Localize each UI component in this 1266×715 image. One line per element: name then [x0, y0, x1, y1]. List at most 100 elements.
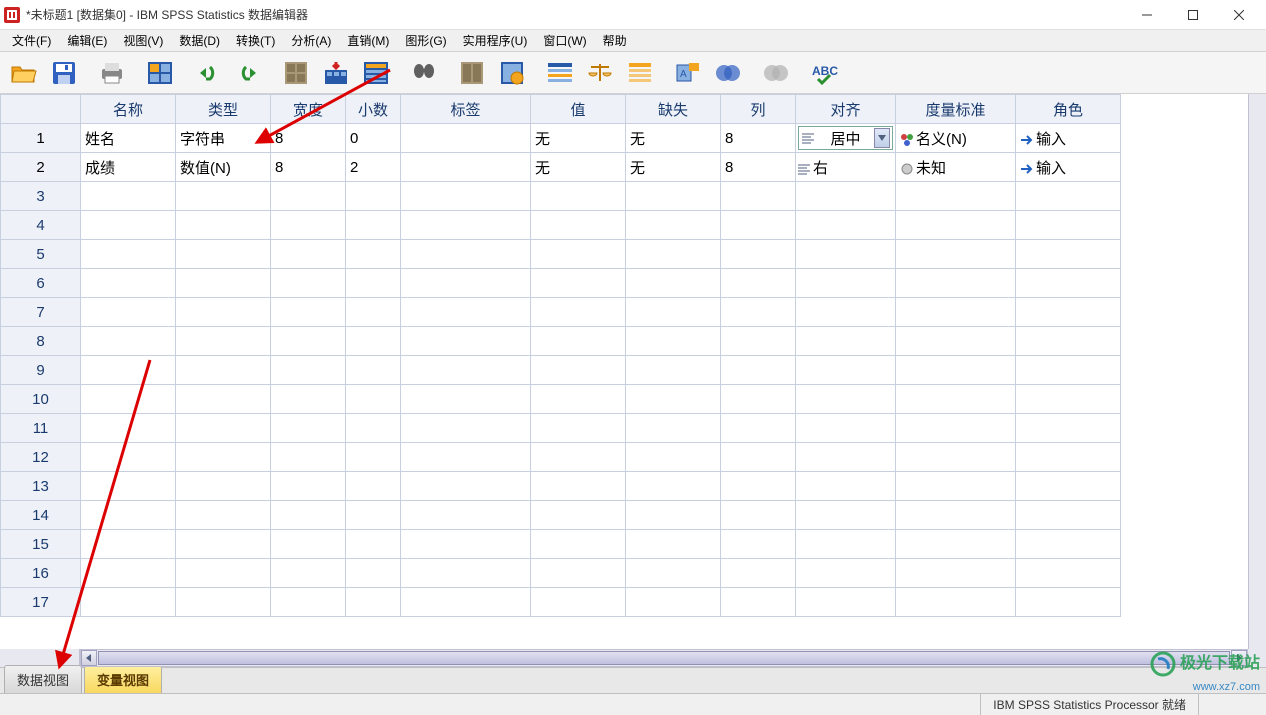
goto-var-icon[interactable] — [318, 55, 354, 91]
row-header[interactable]: 9 — [1, 356, 81, 385]
table-row[interactable]: 10 — [1, 385, 1121, 414]
cell-label[interactable] — [401, 124, 531, 153]
cell-align[interactable]: 右 — [796, 153, 896, 182]
table-row[interactable]: 5 — [1, 240, 1121, 269]
menu-utilities[interactable]: 实用程序(U) — [455, 30, 536, 51]
row-header[interactable]: 13 — [1, 472, 81, 501]
row-header[interactable]: 10 — [1, 385, 81, 414]
row-header[interactable]: 16 — [1, 559, 81, 588]
cell-width[interactable]: 8 — [271, 153, 346, 182]
cell-width[interactable]: 8 — [271, 124, 346, 153]
cell-label[interactable] — [401, 153, 531, 182]
row-header[interactable]: 2 — [1, 153, 81, 182]
row-header[interactable]: 15 — [1, 530, 81, 559]
value-labels-icon[interactable] — [622, 55, 658, 91]
cell-name[interactable]: 成绩 — [81, 153, 176, 182]
spellcheck-icon[interactable]: ABC — [806, 55, 842, 91]
data-icon[interactable] — [142, 55, 178, 91]
menu-help[interactable]: 帮助 — [595, 30, 635, 51]
cell-values[interactable]: 无 — [531, 153, 626, 182]
row-header[interactable]: 7 — [1, 298, 81, 327]
variable-grid[interactable]: 名称 类型 宽度 小数 标签 值 缺失 列 对齐 度量标准 角色 1姓名字符串8… — [0, 94, 1121, 617]
col-label[interactable]: 标签 — [401, 95, 531, 124]
open-icon[interactable] — [6, 55, 42, 91]
split-icon[interactable] — [454, 55, 490, 91]
close-button[interactable] — [1216, 0, 1262, 30]
col-decimals[interactable]: 小数 — [346, 95, 401, 124]
sets-overlap-icon[interactable] — [710, 55, 746, 91]
col-cols[interactable]: 列 — [721, 95, 796, 124]
col-name[interactable]: 名称 — [81, 95, 176, 124]
table-row[interactable]: 11 — [1, 414, 1121, 443]
row-header[interactable]: 6 — [1, 269, 81, 298]
weight-icon[interactable] — [494, 55, 530, 91]
tab-variable-view[interactable]: 变量视图 — [84, 665, 162, 693]
col-measure[interactable]: 度量标准 — [896, 95, 1016, 124]
table-row[interactable]: 8 — [1, 327, 1121, 356]
cell-role[interactable]: 输入 — [1016, 124, 1121, 153]
minimize-button[interactable] — [1124, 0, 1170, 30]
sets-gray-icon[interactable] — [758, 55, 794, 91]
row-header[interactable]: 8 — [1, 327, 81, 356]
table-row[interactable]: 15 — [1, 530, 1121, 559]
col-type[interactable]: 类型 — [176, 95, 271, 124]
cell-measure[interactable]: 名义(N) — [896, 124, 1016, 153]
align-dropdown[interactable]: 居中 — [798, 126, 893, 150]
row-header[interactable]: 12 — [1, 443, 81, 472]
use-sets-icon[interactable]: A — [670, 55, 706, 91]
table-row[interactable]: 16 — [1, 559, 1121, 588]
cell-cols[interactable]: 8 — [721, 124, 796, 153]
menu-edit[interactable]: 编辑(E) — [59, 30, 115, 51]
save-icon[interactable] — [46, 55, 82, 91]
row-header[interactable]: 17 — [1, 588, 81, 617]
row-header[interactable]: 1 — [1, 124, 81, 153]
row-header[interactable]: 4 — [1, 211, 81, 240]
row-header[interactable]: 11 — [1, 414, 81, 443]
menu-data[interactable]: 数据(D) — [171, 30, 228, 51]
table-row[interactable]: 12 — [1, 443, 1121, 472]
print-icon[interactable] — [94, 55, 130, 91]
menu-graphs[interactable]: 图形(G) — [397, 30, 454, 51]
row-header[interactable]: 5 — [1, 240, 81, 269]
vertical-scrollbar[interactable] — [1248, 94, 1266, 649]
menu-window[interactable]: 窗口(W) — [535, 30, 594, 51]
cell-role[interactable]: 输入 — [1016, 153, 1121, 182]
table-row[interactable]: 13 — [1, 472, 1121, 501]
maximize-button[interactable] — [1170, 0, 1216, 30]
cell-values[interactable]: 无 — [531, 124, 626, 153]
goto-case-icon[interactable] — [278, 55, 314, 91]
cell-align[interactable]: 居中 — [796, 124, 896, 153]
menu-analyze[interactable]: 分析(A) — [283, 30, 339, 51]
col-missing[interactable]: 缺失 — [626, 95, 721, 124]
menu-transform[interactable]: 转换(T) — [228, 30, 283, 51]
cell-cols[interactable]: 8 — [721, 153, 796, 182]
scroll-thumb[interactable] — [98, 651, 1230, 665]
table-row[interactable]: 9 — [1, 356, 1121, 385]
chevron-down-icon[interactable] — [874, 128, 890, 148]
menu-direct[interactable]: 直销(M) — [339, 30, 397, 51]
table-row[interactable]: 4 — [1, 211, 1121, 240]
scroll-left-button[interactable] — [81, 650, 97, 666]
menu-view[interactable]: 视图(V) — [115, 30, 171, 51]
menu-file[interactable]: 文件(F) — [4, 30, 59, 51]
table-row[interactable]: 3 — [1, 182, 1121, 211]
table-row[interactable]: 17 — [1, 588, 1121, 617]
cell-decimals[interactable]: 2 — [346, 153, 401, 182]
find-icon[interactable] — [406, 55, 442, 91]
table-row[interactable]: 7 — [1, 298, 1121, 327]
horizontal-scrollbar[interactable] — [80, 649, 1248, 667]
row-header[interactable]: 3 — [1, 182, 81, 211]
tab-data-view[interactable]: 数据视图 — [4, 665, 82, 693]
col-width[interactable]: 宽度 — [271, 95, 346, 124]
cell-missing[interactable]: 无 — [626, 124, 721, 153]
col-role[interactable]: 角色 — [1016, 95, 1121, 124]
table-row[interactable]: 1姓名字符串80无无8居中名义(N)输入 — [1, 124, 1121, 153]
table-row[interactable]: 6 — [1, 269, 1121, 298]
variables-icon[interactable] — [358, 55, 394, 91]
cell-missing[interactable]: 无 — [626, 153, 721, 182]
cell-type[interactable]: 数值(N) — [176, 153, 271, 182]
table-row[interactable]: 14 — [1, 501, 1121, 530]
cell-name[interactable]: 姓名 — [81, 124, 176, 153]
cell-decimals[interactable]: 0 — [346, 124, 401, 153]
col-align[interactable]: 对齐 — [796, 95, 896, 124]
